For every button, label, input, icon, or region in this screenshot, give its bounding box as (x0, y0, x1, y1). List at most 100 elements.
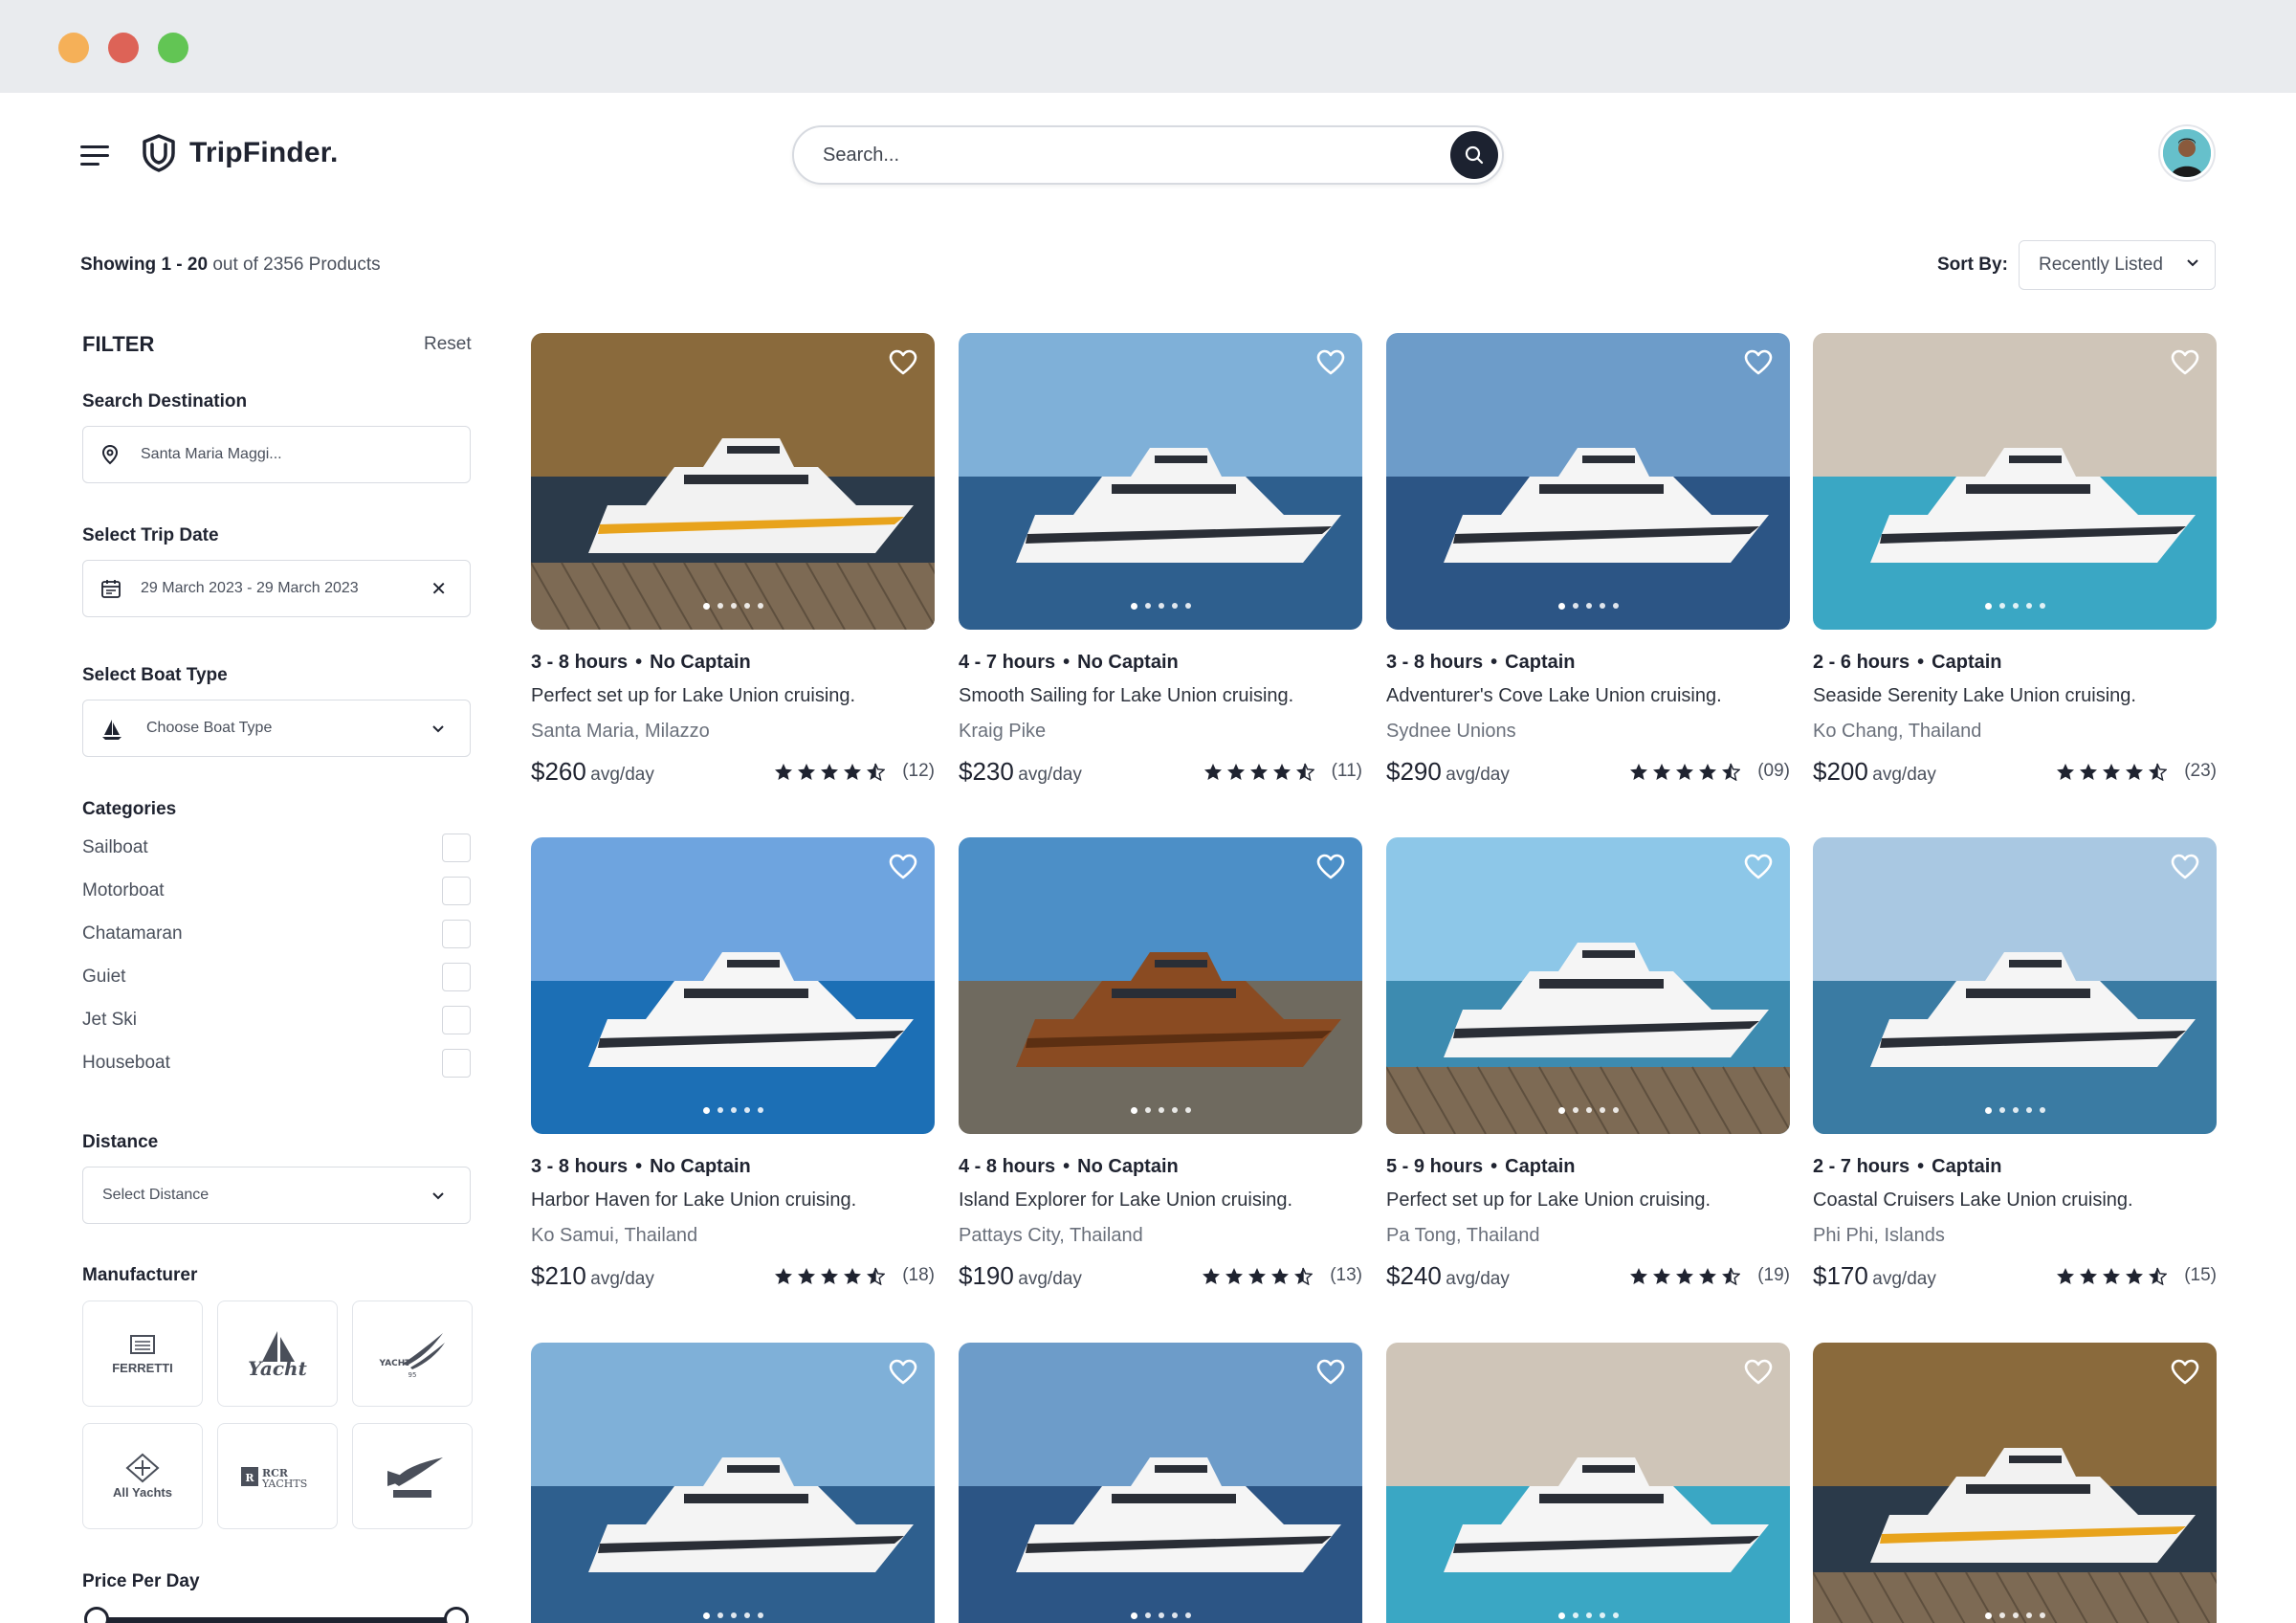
listing-title[interactable]: Coastal Cruisers Lake Union cruising. (1813, 1189, 2133, 1212)
category-checkbox[interactable] (442, 834, 471, 862)
favorite-heart-icon[interactable] (1744, 854, 1773, 880)
carousel-dot[interactable] (1184, 603, 1191, 609)
carousel-dot[interactable] (1144, 1612, 1151, 1618)
carousel-dot[interactable] (1557, 603, 1565, 610)
carousel-dot[interactable] (1612, 1612, 1619, 1618)
listing-image[interactable] (1813, 837, 2217, 1134)
carousel-dot[interactable] (1184, 1612, 1191, 1618)
listing-title[interactable]: Harbor Haven for Lake Union cruising. (531, 1189, 856, 1212)
listing-image[interactable] (531, 333, 935, 630)
destination-field[interactable]: Santa Maria Maggi... (82, 426, 471, 483)
listing-title[interactable]: Perfect set up for Lake Union cruising. (1386, 1189, 1711, 1212)
image-carousel-dots[interactable] (1813, 603, 2217, 610)
carousel-dot[interactable] (1171, 603, 1178, 609)
listing-image[interactable] (1813, 1343, 2217, 1623)
window-close-button[interactable] (108, 33, 139, 63)
favorite-heart-icon[interactable] (889, 854, 917, 880)
search-input[interactable] (823, 127, 1397, 183)
image-carousel-dots[interactable] (1813, 1612, 2217, 1619)
listing-card[interactable]: 4 - 7 hours • No Captain Smooth Sailing for… (959, 333, 1362, 786)
carousel-dot[interactable] (2012, 1107, 2019, 1113)
carousel-dot[interactable] (1998, 1107, 2005, 1113)
image-carousel-dots[interactable] (1813, 1107, 2217, 1114)
carousel-dot[interactable] (743, 1612, 750, 1618)
user-avatar[interactable] (2160, 126, 2214, 180)
carousel-dot[interactable] (1184, 1107, 1191, 1113)
category-row-jet-ski[interactable]: Jet Ski (82, 1006, 471, 1034)
favorite-heart-icon[interactable] (1316, 854, 1345, 880)
carousel-dot[interactable] (743, 1107, 750, 1113)
boat-type-dropdown[interactable]: Choose Boat Type (82, 700, 471, 757)
image-carousel-dots[interactable] (1386, 1107, 1790, 1114)
listing-card[interactable] (959, 1343, 1362, 1623)
carousel-dot[interactable] (2039, 1612, 2045, 1618)
category-checkbox[interactable] (442, 963, 471, 991)
carousel-dot[interactable] (717, 1612, 723, 1618)
carousel-dot[interactable] (1158, 1612, 1164, 1618)
image-carousel-dots[interactable] (1386, 1612, 1790, 1619)
carousel-dot[interactable] (702, 603, 710, 610)
image-carousel-dots[interactable] (531, 1107, 935, 1114)
listing-image[interactable] (1386, 1343, 1790, 1623)
carousel-dot[interactable] (743, 603, 750, 609)
image-carousel-dots[interactable] (959, 603, 1362, 610)
carousel-dot[interactable] (1171, 1107, 1178, 1113)
listing-image[interactable] (1386, 333, 1790, 630)
hamburger-menu-icon[interactable] (80, 145, 109, 167)
carousel-dot[interactable] (717, 603, 723, 609)
listing-image[interactable] (531, 837, 935, 1134)
listing-image[interactable] (959, 1343, 1362, 1623)
carousel-dot[interactable] (1557, 1107, 1565, 1114)
listing-card[interactable]: 3 - 8 hours • Captain Adventurer's Cove Lak… (1386, 333, 1790, 786)
listing-card[interactable]: 2 - 7 hours • Captain Coastal Cruisers Lake… (1813, 837, 2217, 1290)
carousel-dot[interactable] (1599, 1612, 1605, 1618)
carousel-dot[interactable] (1144, 603, 1151, 609)
category-checkbox[interactable] (442, 1006, 471, 1034)
carousel-dot[interactable] (2025, 1612, 2032, 1618)
manufacturer-yacht[interactable]: Yacht (217, 1301, 338, 1407)
listing-image[interactable] (1813, 333, 2217, 630)
favorite-heart-icon[interactable] (2171, 854, 2199, 880)
carousel-dot[interactable] (1612, 1107, 1619, 1113)
window-maximize-button[interactable] (158, 33, 188, 63)
carousel-dot[interactable] (1158, 603, 1164, 609)
category-row-guiet[interactable]: Guiet (82, 963, 471, 991)
carousel-dot[interactable] (1171, 1612, 1178, 1618)
carousel-dot[interactable] (2012, 603, 2019, 609)
listing-title[interactable]: Island Explorer for Lake Union cruising. (959, 1189, 1292, 1212)
price-min-handle[interactable] (84, 1607, 109, 1623)
carousel-dot[interactable] (2012, 1612, 2019, 1618)
clear-date-icon[interactable]: ✕ (430, 577, 447, 601)
favorite-heart-icon[interactable] (889, 1359, 917, 1386)
trip-date-field[interactable]: 29 March 2023 - 29 March 2023 ✕ (82, 560, 471, 617)
carousel-dot[interactable] (1599, 603, 1605, 609)
brand-logo[interactable]: TripFinder. (140, 133, 339, 173)
category-row-sailboat[interactable]: Sailboat (82, 834, 471, 862)
carousel-dot[interactable] (1572, 1612, 1578, 1618)
carousel-dot[interactable] (1130, 1107, 1137, 1114)
manufacturer-ferretti[interactable]: FERRETTI (82, 1301, 203, 1407)
listing-card[interactable]: 3 - 8 hours • No Captain Perfect set up for… (531, 333, 935, 786)
category-checkbox[interactable] (442, 1049, 471, 1078)
carousel-dot[interactable] (757, 603, 763, 609)
carousel-dot[interactable] (730, 603, 737, 609)
listing-card[interactable]: 2 - 6 hours • Captain Seaside Serenity Lake… (1813, 333, 2217, 786)
price-range-track[interactable] (96, 1617, 459, 1623)
carousel-dot[interactable] (1572, 1107, 1578, 1113)
carousel-dot[interactable] (2039, 1107, 2045, 1113)
favorite-heart-icon[interactable] (1316, 349, 1345, 376)
carousel-dot[interactable] (2039, 603, 2045, 609)
distance-dropdown[interactable]: Select Distance (82, 1167, 471, 1224)
carousel-dot[interactable] (702, 1612, 710, 1619)
manufacturer-set-sail[interactable] (352, 1423, 473, 1529)
manufacturer-rcr-yachts[interactable]: R RCR YACHTS (217, 1423, 338, 1529)
carousel-dot[interactable] (1612, 603, 1619, 609)
carousel-dot[interactable] (757, 1107, 763, 1113)
carousel-dot[interactable] (702, 1107, 710, 1114)
carousel-dot[interactable] (1585, 1612, 1592, 1618)
filter-reset-button[interactable]: Reset (424, 334, 472, 355)
category-row-chatamaran[interactable]: Chatamaran (82, 920, 471, 948)
listing-card[interactable] (1813, 1343, 2217, 1623)
favorite-heart-icon[interactable] (1744, 1359, 1773, 1386)
image-carousel-dots[interactable] (959, 1612, 1362, 1619)
